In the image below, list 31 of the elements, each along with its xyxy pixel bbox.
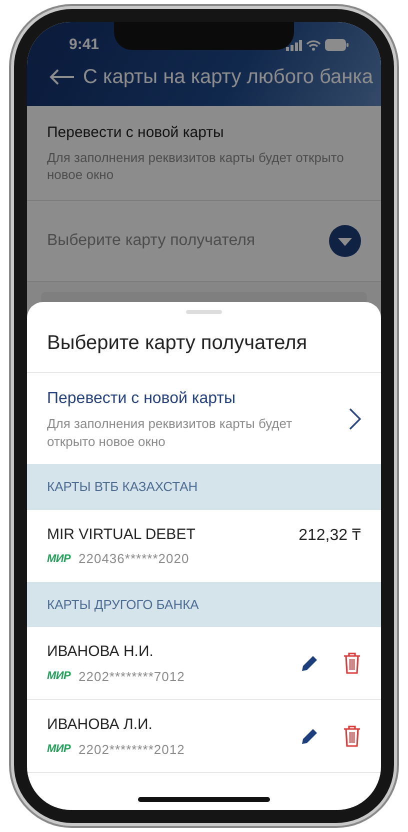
option-subtitle: Для заполнения реквизитов карты будет открыто новое окно: [47, 415, 294, 450]
status-time: 9:41: [69, 34, 100, 55]
chevron-right-icon[interactable]: [349, 408, 361, 430]
payment-logo: МИР: [47, 552, 71, 567]
signal-icon: [286, 40, 302, 50]
card-holder: ИВАНОВА Л.И.: [47, 715, 154, 736]
trash-icon[interactable]: [343, 725, 361, 748]
sheet-title: Выберите карту получателя: [27, 314, 381, 373]
section-header: КАРТЫ ДРУГОГО БАНКА: [27, 582, 381, 628]
select-label: Выберите карту получателя: [47, 230, 256, 251]
pencil-icon[interactable]: [301, 727, 319, 746]
card-holder: ИВАНОВА Н.И.: [47, 642, 154, 662]
wifi-icon: [306, 40, 321, 50]
payment-logo: МИР: [47, 742, 71, 758]
back-arrow-icon[interactable]: [49, 69, 75, 85]
card-holder: MIR VIRTUAL DEBET: [47, 524, 196, 545]
option-title[interactable]: Перевести с новой карты: [47, 387, 297, 411]
option-title: Перевести с новой карты: [47, 123, 225, 143]
payment-logo: МИР: [47, 669, 71, 684]
section-header: КАРТЫ ВТБ КАЗАХСТАН: [27, 464, 381, 510]
trash-icon[interactable]: [343, 652, 361, 674]
option-subtitle: Для заполнения реквизитов карты будет открыто новое окно: [47, 148, 345, 184]
dropdown-icon[interactable]: [329, 224, 361, 257]
card-number: 220436******2020: [78, 550, 190, 568]
card-number: 2202********2012: [78, 740, 185, 758]
card-number: 2202********7012: [78, 668, 185, 686]
pencil-icon[interactable]: [301, 654, 319, 672]
screen-title: С карты на карту любого банка: [83, 65, 374, 90]
battery-icon: [325, 39, 349, 51]
drag-handle[interactable]: [186, 310, 222, 314]
card-balance: 212,32 ₸: [298, 526, 361, 546]
